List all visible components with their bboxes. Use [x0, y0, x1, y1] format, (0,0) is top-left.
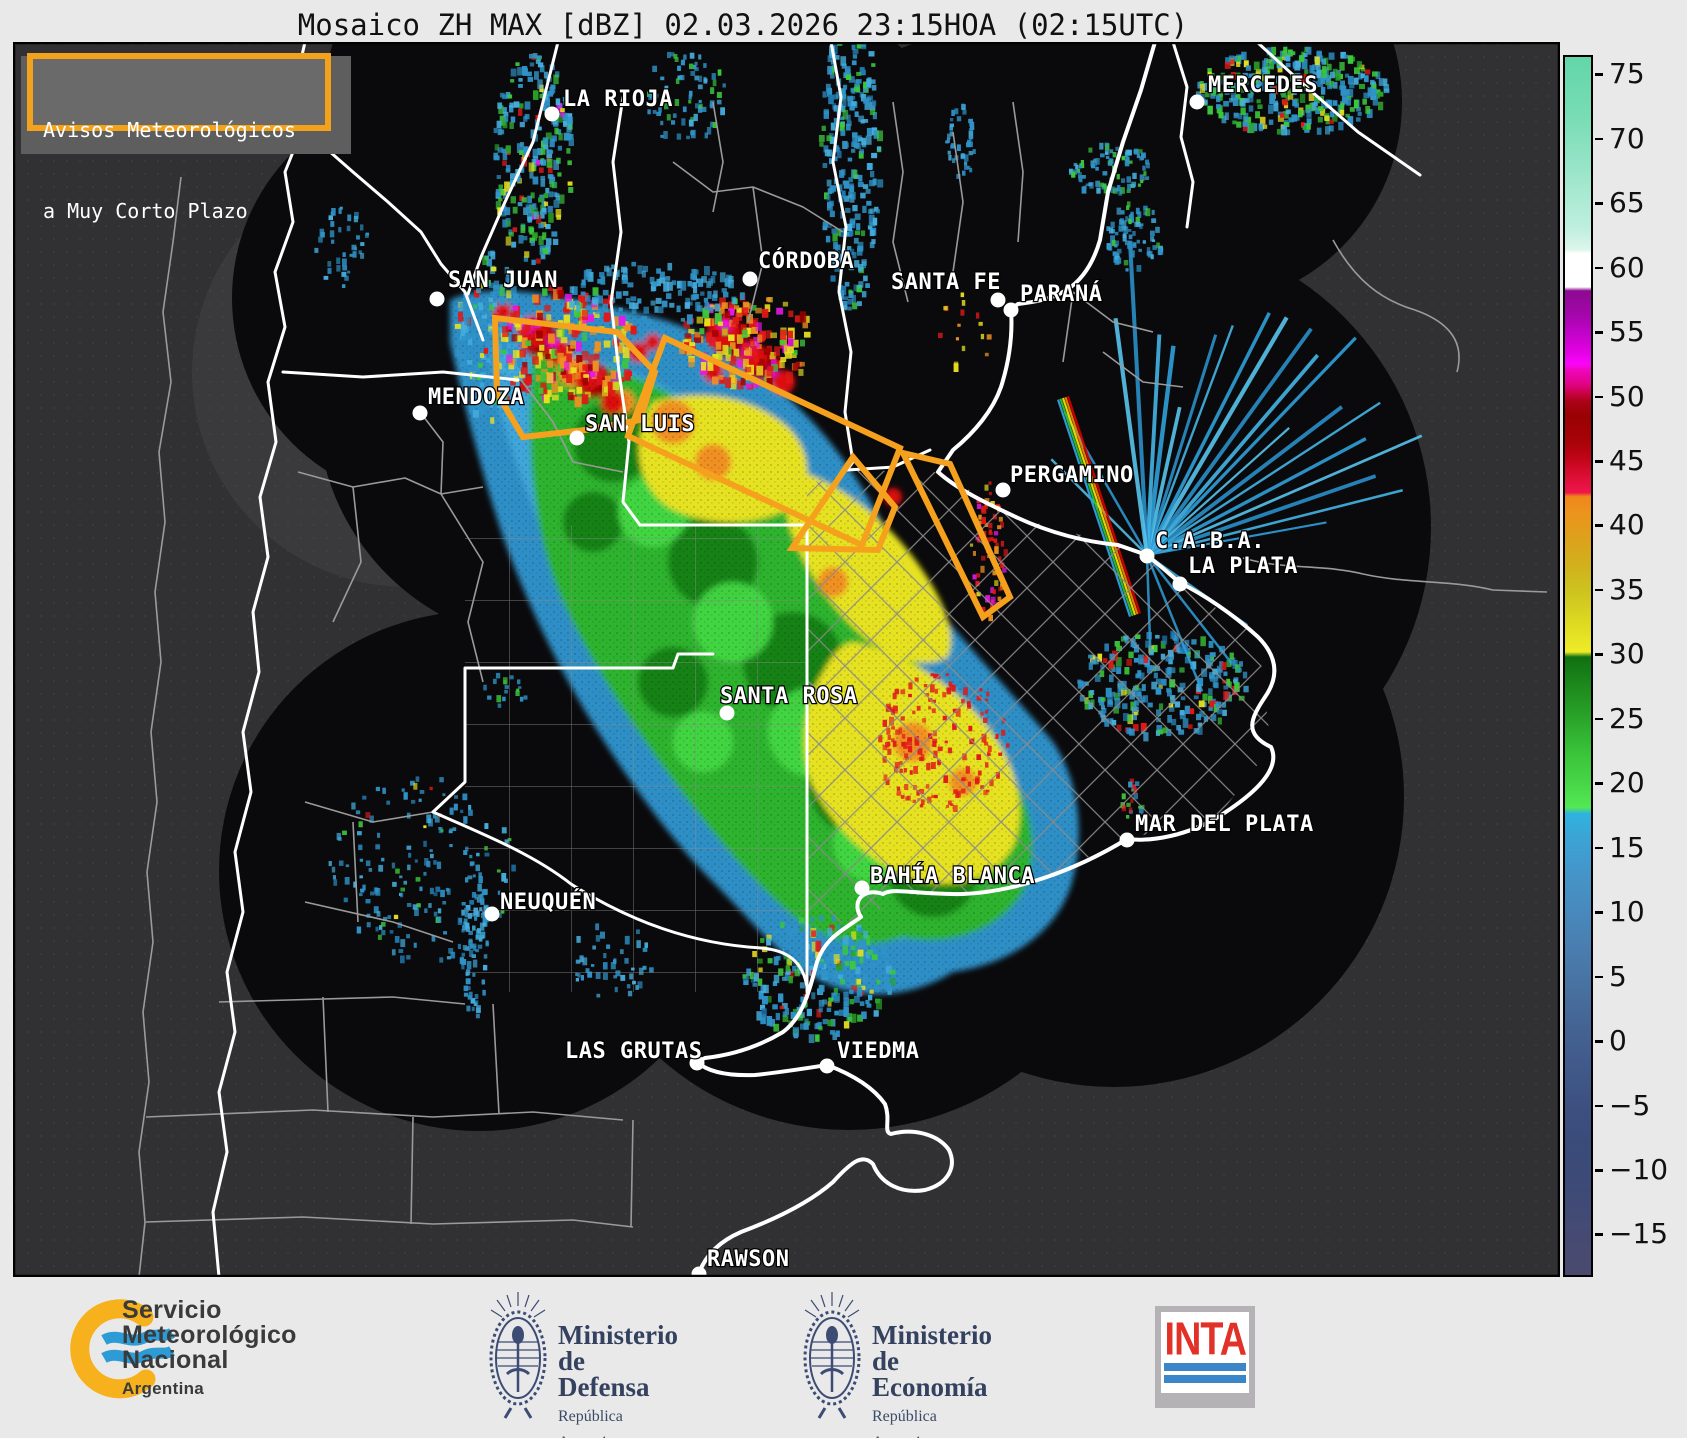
colorbar-tick-label: 65 [1609, 186, 1645, 220]
colorbar-tick-label: 10 [1609, 895, 1645, 929]
city-label: PARANÁ [1020, 281, 1102, 307]
city-label: BAHÍA BLANCA [870, 863, 1035, 889]
ministerio-defensa-text: Ministerio de Defensa República Argentin… [558, 1322, 678, 1438]
argentina-crest-icon [489, 1292, 547, 1419]
city-label: LA RIOJA [563, 87, 673, 112]
city-dot [742, 271, 758, 287]
smn-sub: Argentina [122, 1379, 205, 1398]
economia-title2: de Economía [872, 1346, 988, 1402]
warning-legend-line2: a Muy Corto Plazo [43, 199, 248, 223]
city-dot [484, 906, 500, 922]
colorbar-tick-label: −10 [1609, 1153, 1669, 1186]
warning-legend-line1: Avisos Meteorológicos [43, 118, 296, 142]
city-dot [819, 1058, 835, 1074]
city-label: RAWSON [707, 1247, 789, 1272]
colorbar-tick-label: 0 [1609, 1024, 1627, 1058]
inta-bar2 [1164, 1375, 1246, 1383]
colorbar-tick-label: 5 [1609, 959, 1627, 993]
smn-line3: Nacional [122, 1346, 229, 1374]
colorbar-tick-label: 45 [1609, 444, 1645, 478]
warning-legend-box: Avisos Meteorológicos a Muy Corto Plazo [27, 53, 331, 223]
city-label: MAR DEL PLATA [1135, 812, 1314, 837]
city-label: VIEDMA [837, 1039, 919, 1064]
argentina-crest-icon [803, 1292, 861, 1419]
city-label: LAS GRUTAS [565, 1039, 702, 1064]
inta-wordmark: INTA [1164, 1313, 1247, 1365]
colorbar-tick-label: −15 [1609, 1217, 1669, 1251]
city-label: PERGAMINO [1010, 463, 1134, 488]
colorbar-tick-label: 60 [1609, 250, 1645, 284]
radar-map: MERCEDES LA RIOJA SAN JUAN CÓRDOBA SANTA FE P… [13, 42, 1560, 1277]
colorbar-tick-label: 20 [1609, 766, 1645, 800]
city-dot [1172, 576, 1188, 592]
colorbar-tick-label: 35 [1609, 572, 1645, 606]
defensa-title1: Ministerio [558, 1320, 678, 1350]
inta-logo-inner: INTA [1161, 1312, 1249, 1393]
defensa-sub: República Argentina [558, 1408, 623, 1438]
city-dot [569, 430, 585, 446]
city-label: SANTA FE [891, 270, 1001, 295]
city-label: C.A.B.A. [1155, 529, 1265, 554]
city-label: NEUQUÉN [500, 889, 596, 915]
la-pampa-department-grid [465, 525, 807, 992]
smn-line1: Servicio [122, 1296, 222, 1324]
colorbar-tick-label: 15 [1609, 830, 1645, 864]
city-dot [854, 880, 870, 896]
smn-line2: Meteorológico [122, 1321, 297, 1349]
city-dot [429, 291, 445, 307]
inta-logo: INTA [1155, 1306, 1255, 1408]
smn-wordmark: Servicio Meteorológico Nacional Argentin… [122, 1298, 297, 1401]
city-label: LA PLATA [1188, 554, 1298, 579]
city-label: SANTA ROSA [720, 684, 857, 709]
city-dot [544, 106, 560, 122]
city-dot [1003, 302, 1019, 318]
city-dot [995, 482, 1011, 498]
colorbar-tick-label: 50 [1609, 379, 1645, 413]
colorbar-tick-label: 30 [1609, 637, 1645, 671]
colorbar-tick-label: 70 [1609, 121, 1645, 155]
city-label: SAN JUAN [448, 268, 558, 293]
page-title: Mosaico ZH MAX [dBZ] 02.03.2026 23:15HOA… [297, 8, 1189, 42]
ministerio-economia-text: Ministerio de Economía República Argenti… [872, 1322, 992, 1438]
colorbar-tick-label: 55 [1609, 315, 1645, 349]
city-label: SAN LUIS [585, 412, 695, 437]
city-dot [412, 405, 428, 421]
radar-mosaic-page: Mosaico ZH MAX [dBZ] 02.03.2026 23:15HOA… [0, 0, 1687, 1438]
colorbar-tick-label: 75 [1609, 57, 1645, 91]
city-dot [1139, 548, 1155, 564]
economia-title1: Ministerio [872, 1320, 992, 1350]
city-label: CÓRDOBA [758, 248, 854, 274]
colorbar-tick-label: 40 [1609, 508, 1645, 542]
city-label: MERCEDES [1208, 73, 1318, 98]
defensa-title2: de Defensa [558, 1346, 650, 1402]
city-label: MENDOZA [428, 385, 524, 410]
city-dot [1189, 94, 1205, 110]
colorbar-tick-label: −5 [1609, 1088, 1651, 1122]
colorbar-tick-label: 25 [1609, 701, 1645, 735]
colorbar-gradient [1563, 55, 1593, 1277]
city-dot [1119, 832, 1135, 848]
economia-sub: República Argentina [872, 1408, 937, 1438]
footer: Servicio Meteorológico Nacional Argentin… [0, 1280, 1687, 1438]
